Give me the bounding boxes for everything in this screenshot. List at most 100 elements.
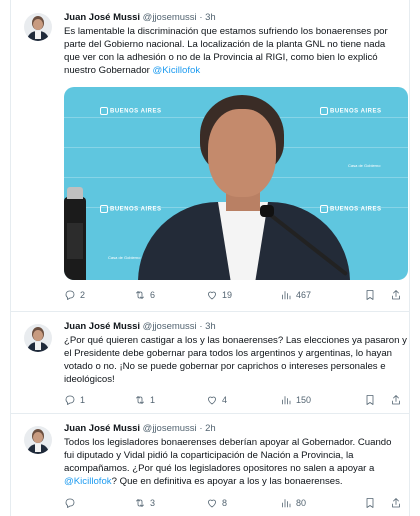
views-button[interactable]: 80 <box>280 496 306 510</box>
retweet-icon <box>136 396 144 404</box>
tweet-line: nuestro Gobernador <box>64 65 153 76</box>
thermos <box>64 187 86 280</box>
tweet-actions: 2 6 19 467 <box>64 288 408 302</box>
retweet-button[interactable]: 3 <box>134 496 155 510</box>
province-logo: BUENOS AIRES <box>320 205 381 213</box>
reply-count: 2 <box>80 290 86 300</box>
tweet[interactable]: Juan José Mussi @jjosemussi · 3h Es lame… <box>11 0 409 312</box>
retweet-count: 1 <box>150 395 156 405</box>
share-button[interactable] <box>390 288 402 302</box>
tweet-line: Todos los legisladores bonaerenses deber… <box>64 437 392 448</box>
retweet-icon <box>136 499 144 507</box>
reply-button[interactable]: 2 <box>64 288 85 302</box>
separator: · <box>199 423 203 434</box>
retweet-count: 3 <box>150 498 156 508</box>
province-logo: BUENOS AIRES <box>100 205 161 213</box>
retweet-count: 6 <box>150 290 156 300</box>
reply-button[interactable]: 1 <box>64 393 85 407</box>
view-count: 467 <box>296 290 312 300</box>
logo-text: BUENOS AIRES <box>330 206 382 213</box>
separator: · <box>199 321 203 332</box>
timestamp[interactable]: 2h <box>205 423 216 434</box>
bookmark-icon <box>366 395 374 405</box>
share-button[interactable] <box>390 496 402 510</box>
tweet-line: ? Que en definitiva es apoyar a los y la… <box>111 476 343 487</box>
tweet-line: votado o no. ¡No se puede gobernar por c… <box>64 361 386 372</box>
heart-icon <box>208 396 216 405</box>
logo-text: BUENOS AIRES <box>330 108 382 115</box>
tweet-header: Juan José Mussi @jjosemussi · 3h <box>64 12 216 23</box>
tweet-header: Juan José Mussi @jjosemussi · 2h <box>64 423 216 434</box>
province-logo: BUENOS AIRES <box>100 107 161 115</box>
tweet-actions: 3 8 80 <box>64 496 408 510</box>
heart-icon <box>208 499 216 508</box>
logo-text: BUENOS AIRES <box>110 108 162 115</box>
reply-button[interactable] <box>64 496 80 510</box>
share-icon <box>392 395 400 405</box>
author-name[interactable]: Juan José Mussi <box>64 423 140 434</box>
views-icon <box>282 291 291 300</box>
views-icon <box>282 396 291 405</box>
view-count: 80 <box>296 498 307 508</box>
reply-icon <box>65 395 75 405</box>
views-button[interactable]: 150 <box>280 393 311 407</box>
views-button[interactable]: 467 <box>280 288 311 302</box>
tweet-actions: 1 1 4 150 <box>64 393 408 407</box>
province-logo: BUENOS AIRES <box>320 107 381 115</box>
tweet-line: ideológicos! <box>64 374 115 385</box>
caption-text: Casa de Gobierno <box>108 255 141 260</box>
bookmark-button[interactable] <box>364 288 376 302</box>
tweet[interactable]: Juan José Mussi @jjosemussi · 3h ¿Por qu… <box>11 312 409 414</box>
logo-text: BUENOS AIRES <box>110 206 162 213</box>
view-count: 150 <box>296 395 312 405</box>
author-handle[interactable]: @jjosemussi <box>143 423 197 434</box>
author-name[interactable]: Juan José Mussi <box>64 12 140 23</box>
tweet-text: Todos los legisladores bonaerenses deber… <box>64 436 408 488</box>
avatar[interactable] <box>24 426 52 454</box>
bookmark-button[interactable] <box>364 496 376 510</box>
reply-icon <box>65 498 75 508</box>
like-count: 8 <box>222 498 228 508</box>
like-button[interactable]: 4 <box>206 393 227 407</box>
tweet-line: fui diputado y Vidal pidió la coparticip… <box>64 450 354 461</box>
bookmark-button[interactable] <box>364 393 376 407</box>
like-count: 4 <box>222 395 228 405</box>
timeline: Juan José Mussi @jjosemussi · 3h Es lame… <box>10 0 410 516</box>
share-button[interactable] <box>390 393 402 407</box>
reply-count: 1 <box>80 395 86 405</box>
tweet-text: ¿Por qué quieren castigar a los y las bo… <box>64 334 408 386</box>
tweet-line: ¿Por qué quieren castigar a los y las bo… <box>64 335 407 346</box>
tweet[interactable]: Juan José Mussi @jjosemussi · 2h Todos l… <box>11 414 409 516</box>
author-name[interactable]: Juan José Mussi <box>64 321 140 332</box>
mention-link[interactable]: @Kicillofok <box>64 476 112 487</box>
like-button[interactable]: 19 <box>206 288 232 302</box>
heart-icon <box>208 291 216 300</box>
bookmark-icon <box>366 290 374 300</box>
retweet-button[interactable]: 6 <box>134 288 155 302</box>
tweet-photo[interactable]: BUENOS AIRES BUENOS AIRES BUENOS AIRES B… <box>64 87 408 280</box>
tweet-line: acompañamos. ¿Por qué los legisladores o… <box>64 463 375 474</box>
reply-icon <box>65 290 75 300</box>
like-button[interactable]: 8 <box>206 496 227 510</box>
mention-link[interactable]: @Kicillofok <box>153 65 201 76</box>
tweet-line: que ver con la adhesión o no de la Provi… <box>64 52 378 63</box>
author-handle[interactable]: @jjosemussi <box>143 321 197 332</box>
caption-text: Casa de Gobierno <box>348 163 381 168</box>
retweet-icon <box>136 291 144 299</box>
tweet-header: Juan José Mussi @jjosemussi · 3h <box>64 321 216 332</box>
avatar[interactable] <box>24 13 52 41</box>
like-count: 19 <box>222 290 233 300</box>
share-icon <box>392 290 400 300</box>
separator: · <box>199 12 203 23</box>
share-icon <box>392 498 400 508</box>
tweet-text: Es lamentable la discriminación que esta… <box>64 25 408 77</box>
timestamp[interactable]: 3h <box>205 321 216 332</box>
tweet-line: Es lamentable la discriminación que esta… <box>64 26 388 37</box>
retweet-button[interactable]: 1 <box>134 393 155 407</box>
tweet-line: parte del Gobierno nacional. La localiza… <box>64 39 386 50</box>
tweet-line: el Presidente debe gobernar para todos l… <box>64 348 393 359</box>
avatar[interactable] <box>24 324 52 352</box>
timestamp[interactable]: 3h <box>205 12 216 23</box>
views-icon <box>282 499 291 508</box>
author-handle[interactable]: @jjosemussi <box>143 12 197 23</box>
